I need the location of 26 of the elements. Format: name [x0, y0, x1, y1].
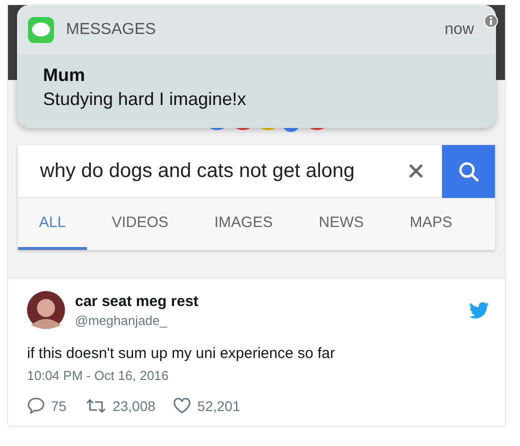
like-button[interactable]: 52,201 [173, 397, 240, 414]
sender-name: Mum [43, 65, 86, 86]
retweet-button[interactable]: 23,008 [84, 397, 156, 414]
speech-bubble-icon [27, 397, 45, 414]
tweet-timestamp[interactable]: 10:04 PM - Oct 16, 2016 [27, 368, 169, 383]
display-name[interactable]: car seat meg rest [75, 292, 198, 310]
search-button[interactable] [442, 145, 495, 198]
reply-button[interactable]: 75 [27, 397, 67, 414]
notification-time: now [444, 21, 474, 39]
tweet-text: if this doesn't sum up my uni experience so far [27, 345, 336, 362]
bird-icon[interactable] [469, 302, 489, 318]
search-tab[interactable]: IMAGES [193, 198, 294, 250]
user-handle[interactable]: @meghanjade_ [75, 312, 198, 328]
app-name: MESSAGES [66, 21, 156, 39]
notification-banner[interactable]: MESSAGES now Mum Studying hard I imagine!x [17, 5, 496, 128]
messages-app-icon [28, 17, 54, 43]
message-text: Studying hard I imagine!x [43, 89, 248, 110]
search-tab[interactable]: VIDEOS [90, 198, 190, 250]
search-tab[interactable]: MAPS [388, 198, 474, 250]
avatar[interactable] [27, 291, 65, 329]
search-tab[interactable]: ALL [18, 198, 87, 250]
search-tab[interactable]: NEWS [298, 198, 385, 250]
search-icon [458, 160, 480, 182]
close-icon[interactable] [408, 163, 424, 179]
heart-icon [173, 398, 192, 414]
retweet-icon [84, 398, 107, 414]
